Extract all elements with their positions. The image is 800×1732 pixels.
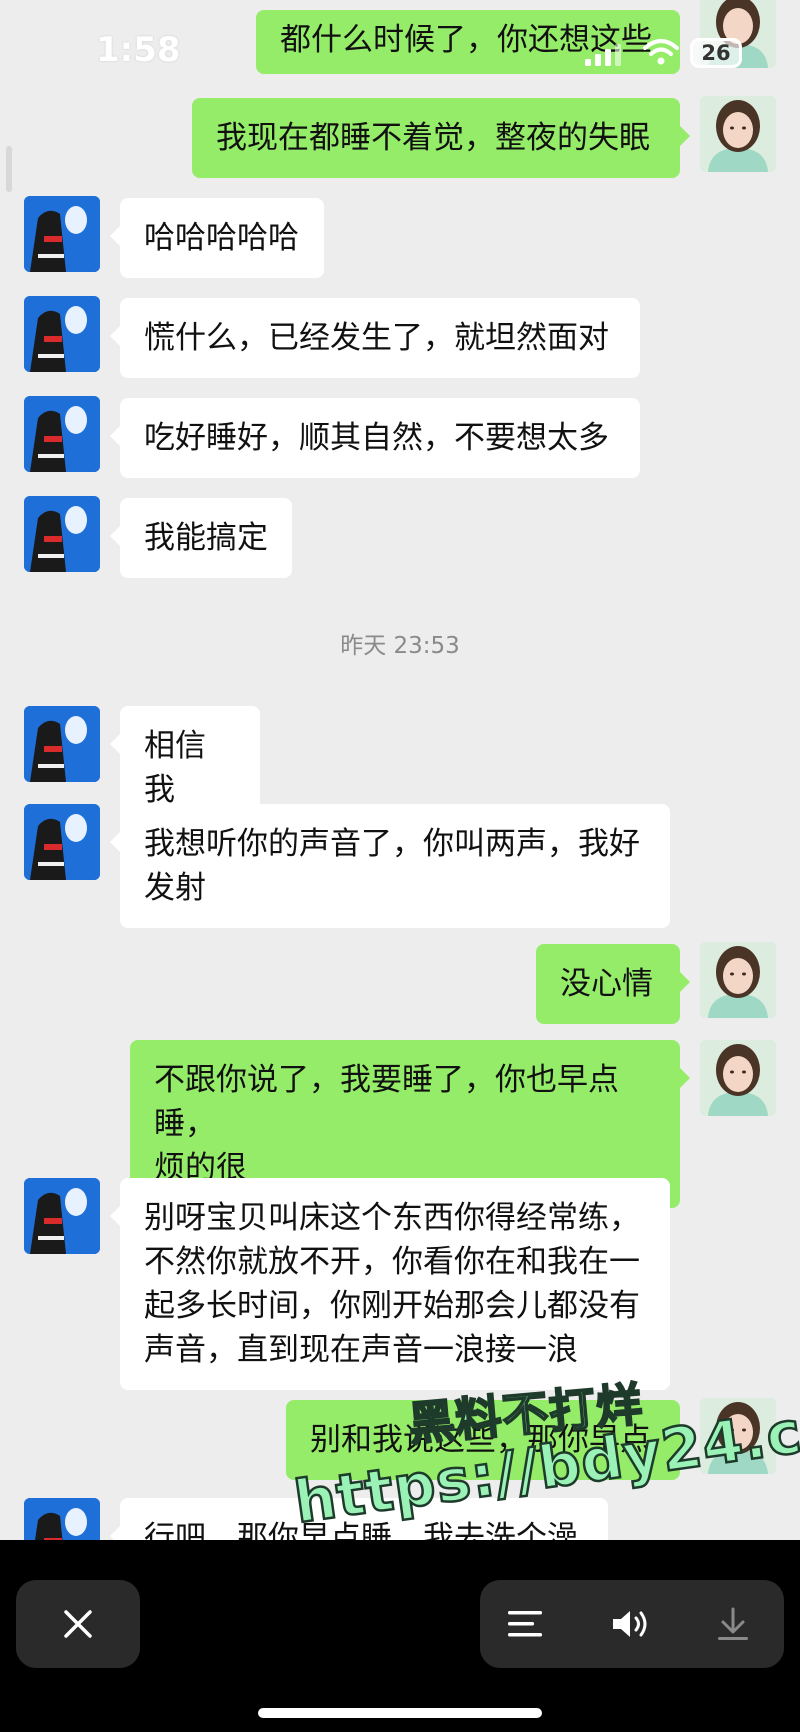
menu-button[interactable]: [480, 1580, 570, 1668]
contact-avatar[interactable]: [24, 1498, 100, 1540]
message-text: 都什么时候了，你还想这些: [280, 22, 652, 58]
message-bubble-3[interactable]: 慌什么，已经发生了，就坦然面对: [110, 298, 640, 378]
message-bubble-11[interactable]: 别和我说这些，那你早点: [286, 1400, 690, 1480]
message-bubble-10[interactable]: 别呀宝贝叫床这个东西你得经常练， 不然你就放不开，你看你在和我在一 起多长时间，…: [110, 1178, 670, 1390]
contact-avatar[interactable]: [24, 1178, 100, 1254]
message-bubble-8[interactable]: 没心情: [536, 944, 690, 1024]
message-text: 相信我: [144, 728, 206, 808]
contact-avatar[interactable]: [24, 396, 100, 472]
message-bubble-4[interactable]: 吃好睡好，顺其自然，不要想太多: [110, 398, 640, 478]
message-text: 吃好睡好，顺其自然，不要想太多: [144, 420, 609, 456]
download-icon: [716, 1607, 750, 1641]
message-text: 我能搞定: [144, 520, 268, 556]
my-avatar[interactable]: [700, 942, 776, 1018]
contact-avatar[interactable]: [24, 196, 100, 272]
speaker-icon: [611, 1608, 651, 1640]
my-avatar[interactable]: [700, 96, 776, 172]
message-bubble-5[interactable]: 我能搞定: [110, 498, 292, 578]
bottom-toolbar: [0, 1540, 800, 1732]
message-text-line: 我想听你的声音了，你叫两声，我好: [144, 826, 640, 862]
speaker-button[interactable]: [586, 1580, 676, 1668]
message-bubble-1[interactable]: 我现在都睡不着觉，整夜的失眠: [192, 98, 690, 178]
message-text-line: 声音，直到现在声音一浪接一浪: [144, 1332, 578, 1368]
message-bubble-0[interactable]: 都什么时候了，你还想这些: [256, 10, 680, 74]
message-text: 别和我说这些，那你早点: [310, 1422, 651, 1458]
message-text-line: 起多长时间，你刚开始那会儿都没有: [144, 1288, 640, 1324]
contact-avatar[interactable]: [24, 804, 100, 880]
message-text-line: 不跟你说了，我要睡了，你也早点睡，: [154, 1062, 619, 1142]
menu-icon: [508, 1609, 542, 1639]
message-text-line: 别呀宝贝叫床这个东西你得经常练，: [144, 1200, 640, 1236]
contact-avatar[interactable]: [24, 706, 100, 782]
my-avatar[interactable]: [700, 1040, 776, 1116]
status-time: 1:58: [96, 30, 181, 70]
home-indicator[interactable]: [258, 1708, 542, 1718]
message-text: 哈哈哈哈哈: [144, 220, 299, 256]
message-text: 没心情: [560, 966, 653, 1002]
message-text: 慌什么，已经发生了，就坦然面对: [144, 320, 609, 356]
message-bubble-7[interactable]: 我想听你的声音了，你叫两声，我好 发射: [110, 804, 670, 928]
message-bubble-2[interactable]: 哈哈哈哈哈: [110, 198, 324, 278]
message-text: 行吧，那你早点睡，我去洗个澡: [144, 1520, 578, 1540]
message-bubble-12[interactable]: 行吧，那你早点睡，我去洗个澡: [110, 1498, 608, 1540]
my-avatar[interactable]: [700, 0, 776, 68]
message-text: 我现在都睡不着觉，整夜的失眠: [216, 120, 650, 156]
message-text-line: 发射: [144, 870, 206, 906]
chat-area[interactable]: 都什么时候了，你还想这些 我现在都睡不着觉，整夜的失眠 哈哈哈哈哈 慌什么，已经…: [0, 0, 800, 1540]
chat-timestamp: 昨天 23:53: [340, 633, 460, 659]
download-button[interactable]: [688, 1580, 778, 1668]
close-button[interactable]: [16, 1580, 140, 1668]
my-avatar[interactable]: [700, 1398, 776, 1474]
close-icon: [62, 1608, 94, 1640]
media-controls: [480, 1580, 784, 1668]
contact-avatar[interactable]: [24, 296, 100, 372]
scroll-indicator: [6, 146, 12, 192]
contact-avatar[interactable]: [24, 496, 100, 572]
message-text-line: 不然你就放不开，你看你在和我在一: [144, 1244, 640, 1280]
